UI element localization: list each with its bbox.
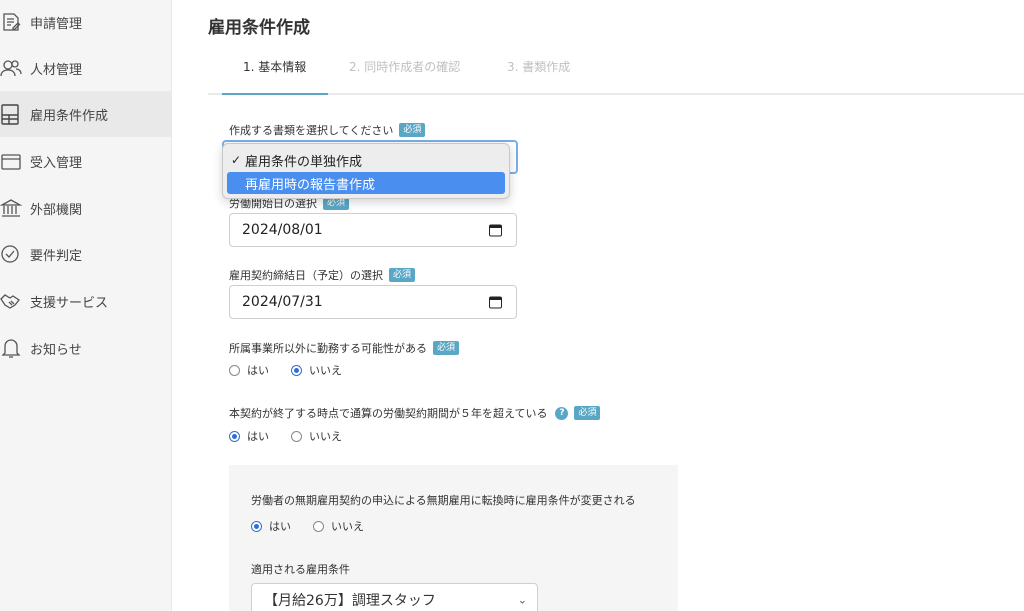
contract-date-label: 雇用契約締結日（予定）の選択 必須	[229, 267, 416, 283]
bank-icon	[0, 197, 22, 219]
applied-conditions-select[interactable]: 【月給26万】調理スタッフ ⌄	[251, 583, 538, 611]
page-title: 雇用条件作成	[208, 18, 310, 38]
help-icon[interactable]: ?	[555, 406, 569, 420]
sidebar-item-acceptance[interactable]: 受入管理	[0, 138, 172, 184]
conversion-subpanel: 労働者の無期雇用契約の申込による無期雇用に転換時に雇用条件が変更される はい い…	[229, 465, 678, 611]
main-content: 雇用条件作成 1. 基本情報 2. 同時作成者の確認 3. 書類作成 作成する書…	[172, 0, 1024, 611]
doc-select-label: 作成する書類を選択してください 必須	[229, 122, 426, 138]
applied-conditions-value: 【月給26万】調理スタッフ	[264, 593, 436, 609]
over-five-years-radios: はい いいえ	[229, 428, 364, 444]
sidebar-item-personnel[interactable]: 人材管理	[0, 45, 172, 91]
contract-date-input[interactable]: 2024/07/31	[229, 285, 517, 319]
sidebar-item-employment-conditions[interactable]: 雇用条件作成	[0, 91, 172, 137]
sidebar-item-external-agencies[interactable]: 外部機関	[0, 185, 172, 231]
required-badge: 必須	[399, 123, 426, 137]
conditions-change-label: 労働者の無期雇用契約の申込による無期雇用に転換時に雇用条件が変更される	[251, 494, 636, 507]
other-workplace-label: 所属事業所以外に勤務する可能性がある 必須	[229, 340, 460, 356]
check-circle-icon	[0, 243, 22, 265]
dropdown-option-rehire-report[interactable]: 再雇用時の報告書作成	[227, 172, 505, 194]
conditions-change-no-radio[interactable]: いいえ	[313, 518, 364, 534]
step-basic-info[interactable]: 1. 基本情報	[243, 58, 306, 75]
other-workplace-no-radio[interactable]: いいえ	[291, 362, 342, 378]
sidebar-item-support-services[interactable]: 支援サービス	[0, 278, 172, 324]
users-icon	[0, 57, 22, 79]
sidebar-item-requirements[interactable]: 要件判定	[0, 231, 172, 277]
sidebar-item-notices[interactable]: お知らせ	[0, 325, 172, 371]
other-workplace-radios: はい いいえ	[229, 362, 364, 378]
document-edit-icon	[0, 11, 22, 33]
calendar-icon	[0, 150, 22, 172]
calendar-icon[interactable]	[489, 224, 502, 237]
bell-icon	[0, 337, 22, 359]
step-document-creation[interactable]: 3. 書類作成	[507, 58, 570, 75]
required-badge: 必須	[574, 406, 601, 420]
applied-conditions-label: 適用される雇用条件	[251, 563, 350, 576]
over-five-years-yes-radio[interactable]: はい	[229, 428, 269, 444]
step-co-creator-confirm[interactable]: 2. 同時作成者の確認	[349, 58, 460, 75]
calendar-icon[interactable]	[489, 296, 502, 309]
other-workplace-yes-radio[interactable]: はい	[229, 362, 269, 378]
conditions-change-yes-radio[interactable]: はい	[251, 518, 291, 534]
sidebar-item-applications[interactable]: 申請管理	[0, 0, 172, 44]
conditions-change-radios: はい いいえ	[251, 518, 386, 534]
over-five-years-no-radio[interactable]: いいえ	[291, 428, 342, 444]
contract-date-value: 2024/07/31	[242, 294, 323, 310]
start-date-value: 2024/08/01	[242, 222, 323, 238]
required-badge: 必須	[389, 268, 416, 282]
over-five-years-label: 本契約が終了する時点で通算の労働契約期間が５年を超えている ? 必須	[229, 405, 601, 421]
handshake-icon	[0, 290, 22, 312]
step-active-indicator	[222, 93, 328, 95]
dropdown-option-standalone[interactable]: ✓ 雇用条件の単独作成	[227, 149, 505, 171]
doc-type-dropdown-menu: ✓ 雇用条件の単独作成 再雇用時の報告書作成	[222, 143, 510, 199]
sidebar: 申請管理 人材管理 雇用条件作成 受入管理 外部機関 要件判定 支援サービス お…	[0, 0, 172, 611]
chevron-down-icon: ⌄	[517, 593, 527, 607]
step-tabs: 1. 基本情報 2. 同時作成者の確認 3. 書類作成	[208, 48, 1024, 96]
contract-icon	[0, 103, 22, 125]
checkmark-icon: ✓	[231, 153, 242, 167]
step-divider	[208, 93, 1024, 95]
required-badge: 必須	[433, 341, 460, 355]
start-date-input[interactable]: 2024/08/01	[229, 213, 517, 247]
